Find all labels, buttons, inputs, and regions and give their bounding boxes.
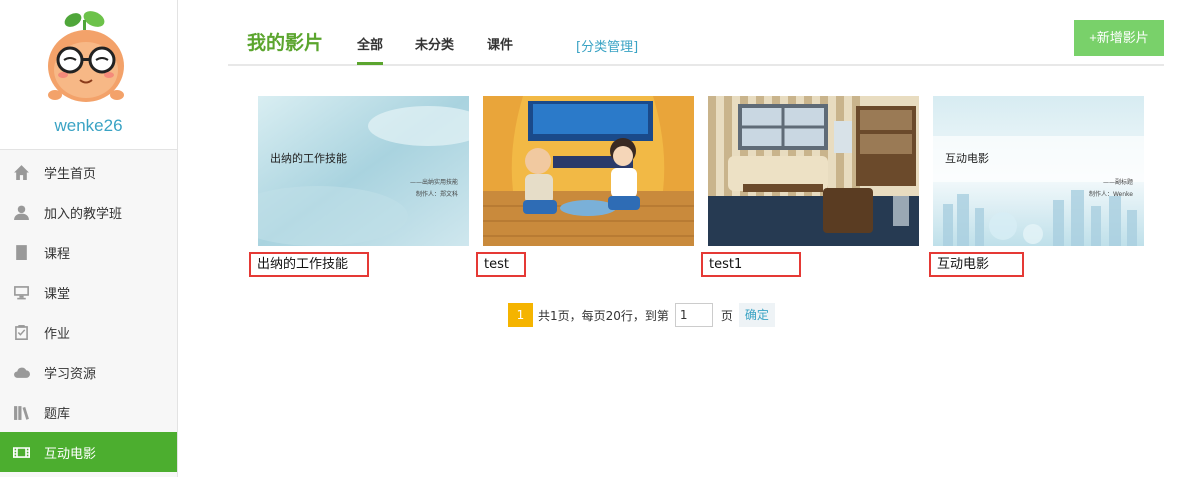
movie-title[interactable]: test xyxy=(476,252,526,277)
thumbnail-author: 制作人：郑文科 xyxy=(416,190,458,198)
page-jump-input[interactable] xyxy=(674,303,713,327)
page-number-current[interactable]: 1 xyxy=(508,303,533,327)
thumbnail-subtitle: ——副标题 xyxy=(1103,178,1133,186)
pagination-summary: 共1页，每页20行，到第 xyxy=(538,308,669,323)
sidebar-item-label: 学生首页 xyxy=(44,166,97,182)
home-icon xyxy=(12,163,30,181)
sidebar-nav: 学生首页 加入的教学班 课程 课堂 作业 学习资源 题库 互动电影 xyxy=(0,152,177,472)
avatar[interactable] xyxy=(43,10,129,106)
sidebar-item-label: 课堂 xyxy=(44,286,71,302)
tab-uncategorized[interactable]: 未分类 xyxy=(415,34,454,53)
book-icon xyxy=(12,243,30,261)
pagination: 1 共1页，每页20行，到第 页 确定 xyxy=(508,303,775,327)
sidebar-item-interactive-movie[interactable]: 互动电影 xyxy=(0,432,177,472)
content-header: 我的影片 全部 未分类 课件 [分类管理] +新增影片 xyxy=(228,18,1164,66)
add-movie-button[interactable]: +新增影片 xyxy=(1074,20,1164,56)
profile-panel: wenke26 xyxy=(0,0,177,150)
movie-thumbnail[interactable]: 出纳的工作技能 ——出纳实用技能 制作人：郑文科 xyxy=(258,96,469,246)
sidebar-item-label: 互动电影 xyxy=(44,446,97,462)
movie-card[interactable]: test1 xyxy=(701,96,919,277)
page-title: 我的影片 xyxy=(247,32,324,54)
movie-card[interactable]: 互动电影 ——副标题 制作人：Wenke 互动电影 xyxy=(929,96,1144,277)
movie-thumbnail[interactable] xyxy=(483,96,694,246)
movie-card[interactable]: test xyxy=(476,96,694,277)
sidebar-item-label: 加入的教学班 xyxy=(44,206,123,222)
thumbnail-subtitle: ——出纳实用技能 xyxy=(410,178,458,186)
thumbnail-title: 互动电影 xyxy=(945,152,989,165)
tab-courseware[interactable]: 课件 xyxy=(487,34,513,53)
sidebar-item-label: 学习资源 xyxy=(44,366,97,382)
user-group-icon xyxy=(12,203,30,221)
books-shelf-icon xyxy=(12,403,30,421)
sidebar-item-courses[interactable]: 课程 xyxy=(0,232,177,272)
movie-title[interactable]: 互动电影 xyxy=(929,252,1024,277)
movie-card[interactable]: 出纳的工作技能 ——出纳实用技能 制作人：郑文科 出纳的工作技能 xyxy=(249,96,469,277)
clipboard-check-icon xyxy=(12,323,30,341)
cloud-icon xyxy=(12,363,30,381)
sidebar-item-resources[interactable]: 学习资源 xyxy=(0,352,177,392)
sidebar-item-label: 作业 xyxy=(44,326,71,342)
movie-thumbnail[interactable] xyxy=(708,96,919,246)
sidebar-item-question-bank[interactable]: 题库 xyxy=(0,392,177,432)
tab-all[interactable]: 全部 xyxy=(357,34,384,65)
sidebar-item-classroom[interactable]: 课堂 xyxy=(0,272,177,312)
page-jump-confirm-button[interactable]: 确定 xyxy=(738,303,775,327)
thumbnail-author: 制作人：Wenke xyxy=(1089,190,1133,198)
sidebar-item-classes[interactable]: 加入的教学班 xyxy=(0,192,177,232)
movie-thumbnail[interactable]: 互动电影 ——副标题 制作人：Wenke xyxy=(933,96,1144,246)
sidebar: wenke26 学生首页 加入的教学班 课程 课堂 作业 学习资源 题库 互动电… xyxy=(0,0,178,477)
page-unit-label: 页 xyxy=(720,308,733,323)
movie-title[interactable]: 出纳的工作技能 xyxy=(249,252,369,277)
thumbnail-title: 出纳的工作技能 xyxy=(270,151,347,165)
category-manage-link[interactable]: [分类管理] xyxy=(576,36,638,55)
sidebar-item-home[interactable]: 学生首页 xyxy=(0,152,177,192)
sidebar-item-label: 课程 xyxy=(44,246,71,262)
username: wenke26 xyxy=(54,116,123,135)
sidebar-item-label: 题库 xyxy=(44,406,71,422)
film-icon xyxy=(12,443,30,461)
monitor-icon xyxy=(12,283,30,301)
movie-title[interactable]: test1 xyxy=(701,252,801,277)
sidebar-item-homework[interactable]: 作业 xyxy=(0,312,177,352)
